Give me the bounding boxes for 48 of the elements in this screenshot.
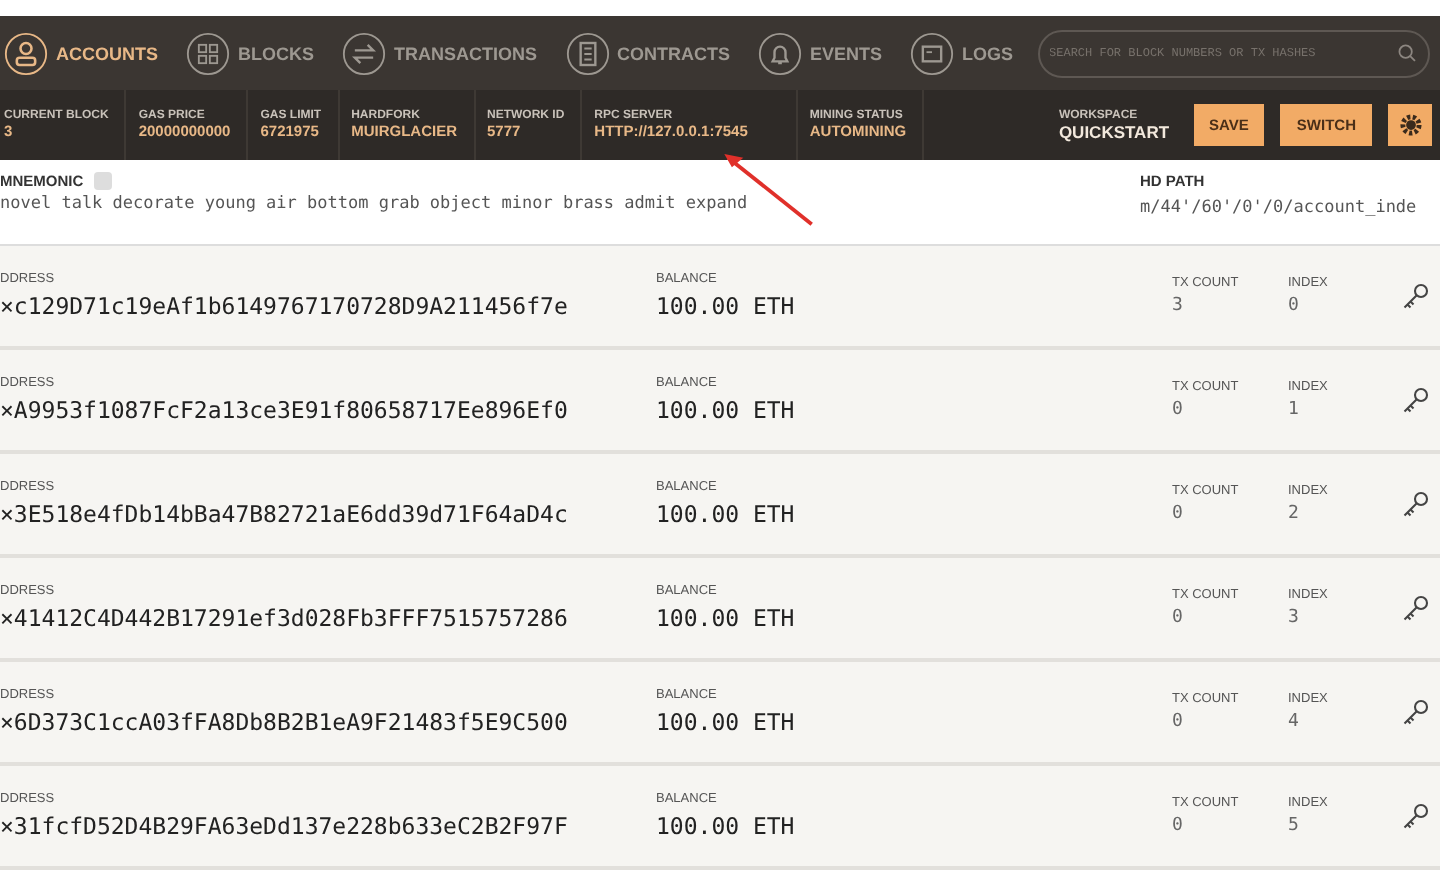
tx-count-value: 0 (1172, 712, 1185, 732)
document-icon (565, 31, 609, 75)
mnemonic-phrase: novel talk decorate young air bottom grab object minor brass admit expand (0, 194, 748, 214)
bell-icon (758, 31, 802, 75)
nav-tab[interactable]: LOGS (906, 31, 1018, 75)
nav-tab[interactable]: EVENTS (754, 31, 887, 75)
address-value: ×3E518e4fDb14bBa47B82721aE6dd39d71F64aD4c (0, 500, 570, 528)
tx-count-value: 0 (1172, 816, 1185, 836)
settings-icon (1397, 112, 1423, 138)
settings-button[interactable] (1388, 104, 1432, 146)
balance-value: 100.00 ETH (656, 812, 797, 840)
nav-tab[interactable]: ACCOUNTS (0, 31, 162, 75)
grid-icon (186, 31, 230, 75)
nav-tab[interactable]: BLOCKS (182, 31, 318, 75)
index-value: 2 (1288, 504, 1301, 524)
workspace-value: QUICKSTART (1058, 121, 1170, 141)
tx-count-value: 0 (1172, 608, 1185, 628)
index-value: 3 (1288, 608, 1301, 628)
index-value: 1 (1288, 400, 1301, 420)
balance-value: 100.00 ETH (656, 708, 797, 736)
key-icon[interactable] (1400, 593, 1430, 623)
address-value: ×31fcfD52D4B29FA63eDd137e228b633eC2B2F97F (0, 812, 570, 840)
person-icon (4, 31, 48, 75)
key-icon[interactable] (1400, 801, 1430, 831)
key-icon[interactable] (1400, 385, 1430, 415)
window-icon (910, 31, 955, 75)
nav-tab[interactable]: CONTRACTS (561, 31, 734, 75)
hd-path-value: m/44'/60'/0'/0/account_inde (1140, 198, 1419, 218)
address-value: ×41412C4D442B17291ef3d028Fb3FFF7515757286 (0, 604, 570, 632)
key-icon[interactable] (1400, 281, 1430, 311)
balance-value: 100.00 ETH (656, 396, 797, 424)
tx-count-value: 0 (1172, 504, 1185, 524)
balance-value: 100.00 ETH (656, 604, 797, 632)
index-value: 0 (1288, 296, 1301, 316)
balance-value: 100.00 ETH (656, 292, 797, 320)
arrows-icon (342, 31, 386, 75)
tx-count-value: 0 (1172, 400, 1185, 420)
index-value: 5 (1288, 816, 1301, 836)
address-value: ×6D373C1ccA03fFA8Db8B2B1eA9F21483f5E9C500 (0, 708, 570, 736)
nav-tab[interactable]: TRANSACTIONS (338, 31, 541, 75)
index-value: 4 (1288, 712, 1301, 732)
address-value: ×c129D71c19eAf1b6149767170728D9A211456f7e (0, 292, 570, 320)
search-icon (1396, 41, 1418, 63)
address-value: ×A9953f1087FcF2a13ce3E91f80658717Ee896Ef0 (0, 396, 570, 424)
key-icon[interactable] (1400, 489, 1430, 519)
key-icon[interactable] (1400, 697, 1430, 727)
tx-count-value: 3 (1172, 296, 1185, 316)
balance-value: 100.00 ETH (656, 500, 797, 528)
